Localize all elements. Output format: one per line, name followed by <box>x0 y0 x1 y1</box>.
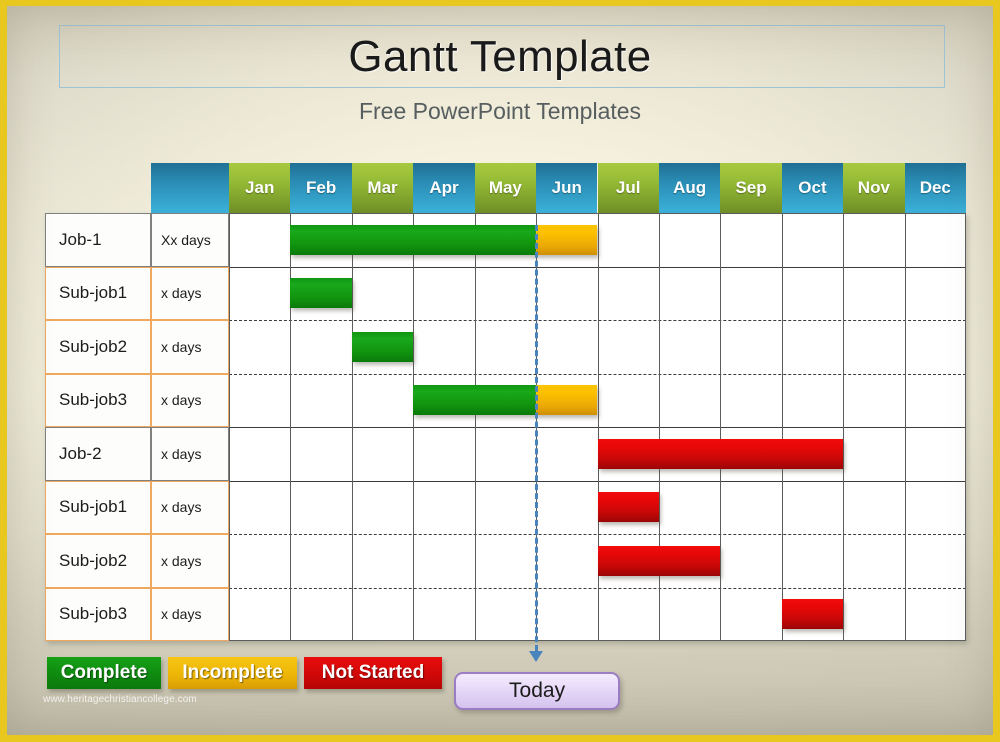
table-row: Sub-job2 x days <box>45 534 966 588</box>
month-header-dec[interactable]: Dec <box>904 163 966 213</box>
month-header-jan[interactable]: Jan <box>229 163 291 213</box>
task-duration-cell[interactable]: x days <box>151 587 229 641</box>
grid-vline <box>351 213 353 641</box>
gantt-bar-incomplete[interactable] <box>536 224 598 255</box>
grid-vline <box>474 213 476 641</box>
task-name-cell[interactable]: Job-1 <box>45 213 151 267</box>
today-label-box[interactable]: Today <box>454 672 621 710</box>
gantt-bar-complete[interactable] <box>290 224 537 255</box>
grid-vline <box>597 213 599 641</box>
task-duration-cell[interactable]: x days <box>151 480 229 534</box>
gantt-bar-complete[interactable] <box>351 331 414 362</box>
gantt-header-corner <box>151 163 229 213</box>
task-duration-cell[interactable]: x days <box>151 427 229 481</box>
legend-button-complete[interactable]: Complete <box>47 657 161 689</box>
month-header-apr[interactable]: Apr <box>413 163 475 213</box>
grid-vline <box>720 213 722 641</box>
task-name-cell[interactable]: Sub-job1 <box>45 266 151 320</box>
gantt-bar-not-started[interactable] <box>781 599 844 630</box>
month-header-jun[interactable]: Jun <box>536 163 598 213</box>
month-header-jul[interactable]: Jul <box>597 163 659 213</box>
watermark: www.heritagechristiancollege.com <box>43 694 197 705</box>
grid-vline <box>843 213 845 641</box>
slide-canvas: Gantt Template Free PowerPoint Templates… <box>0 0 1000 742</box>
gantt-chart: Jan Feb Mar Apr May Jun Jul Aug Sep Oct Nov Dec Job… <box>45 163 966 641</box>
gantt-bar-not-started[interactable] <box>597 438 844 469</box>
task-duration-cell[interactable]: Xx days <box>151 213 229 267</box>
today-arrow-icon <box>529 651 544 662</box>
legend-button-incomplete[interactable]: Incomplete <box>168 657 297 689</box>
month-header-aug[interactable]: Aug <box>658 163 721 213</box>
month-header-sep[interactable]: Sep <box>720 163 782 213</box>
gantt-bar-complete[interactable] <box>290 278 352 309</box>
month-header-oct[interactable]: Oct <box>781 163 844 213</box>
task-duration-cell[interactable]: x days <box>151 266 229 320</box>
grid-vline <box>290 213 292 641</box>
task-duration-cell[interactable]: x days <box>151 373 229 427</box>
task-duration-cell[interactable]: x days <box>151 534 229 588</box>
legend-button-not-started[interactable]: Not Started <box>304 657 442 689</box>
grid-vline <box>413 213 415 641</box>
month-header-nov[interactable]: Nov <box>843 163 905 213</box>
task-name-cell[interactable]: Sub-job1 <box>45 480 151 534</box>
task-name-cell[interactable]: Sub-job2 <box>45 320 151 374</box>
table-row: Sub-job1 x days <box>45 266 966 320</box>
month-header-may[interactable]: May <box>474 163 537 213</box>
month-header-mar[interactable]: Mar <box>351 163 414 213</box>
grid-vline <box>781 213 783 641</box>
gantt-grid: Job-1 Xx days Sub-job1 x days Sub-job2 x days… <box>45 213 966 641</box>
task-name-cell[interactable]: Sub-job3 <box>45 587 151 641</box>
today-line <box>535 224 539 651</box>
grid-vline <box>904 213 906 641</box>
gantt-bar-incomplete[interactable] <box>536 385 598 416</box>
task-duration-cell[interactable]: x days <box>151 320 229 374</box>
task-name-cell[interactable]: Sub-job3 <box>45 373 151 427</box>
task-name-cell[interactable]: Job-2 <box>45 427 151 481</box>
table-row: Sub-job1 x days <box>45 480 966 534</box>
gantt-bar-not-started[interactable] <box>597 492 659 523</box>
page-subtitle: Free PowerPoint Templates <box>358 98 642 124</box>
grid-vline <box>658 213 660 641</box>
table-row: Sub-job2 x days <box>45 320 966 374</box>
gantt-bar-complete[interactable] <box>413 385 537 416</box>
page-title: Gantt Template <box>348 32 652 81</box>
month-header-feb[interactable]: Feb <box>290 163 352 213</box>
gantt-bar-not-started[interactable] <box>597 545 721 576</box>
task-name-cell[interactable]: Sub-job2 <box>45 534 151 588</box>
